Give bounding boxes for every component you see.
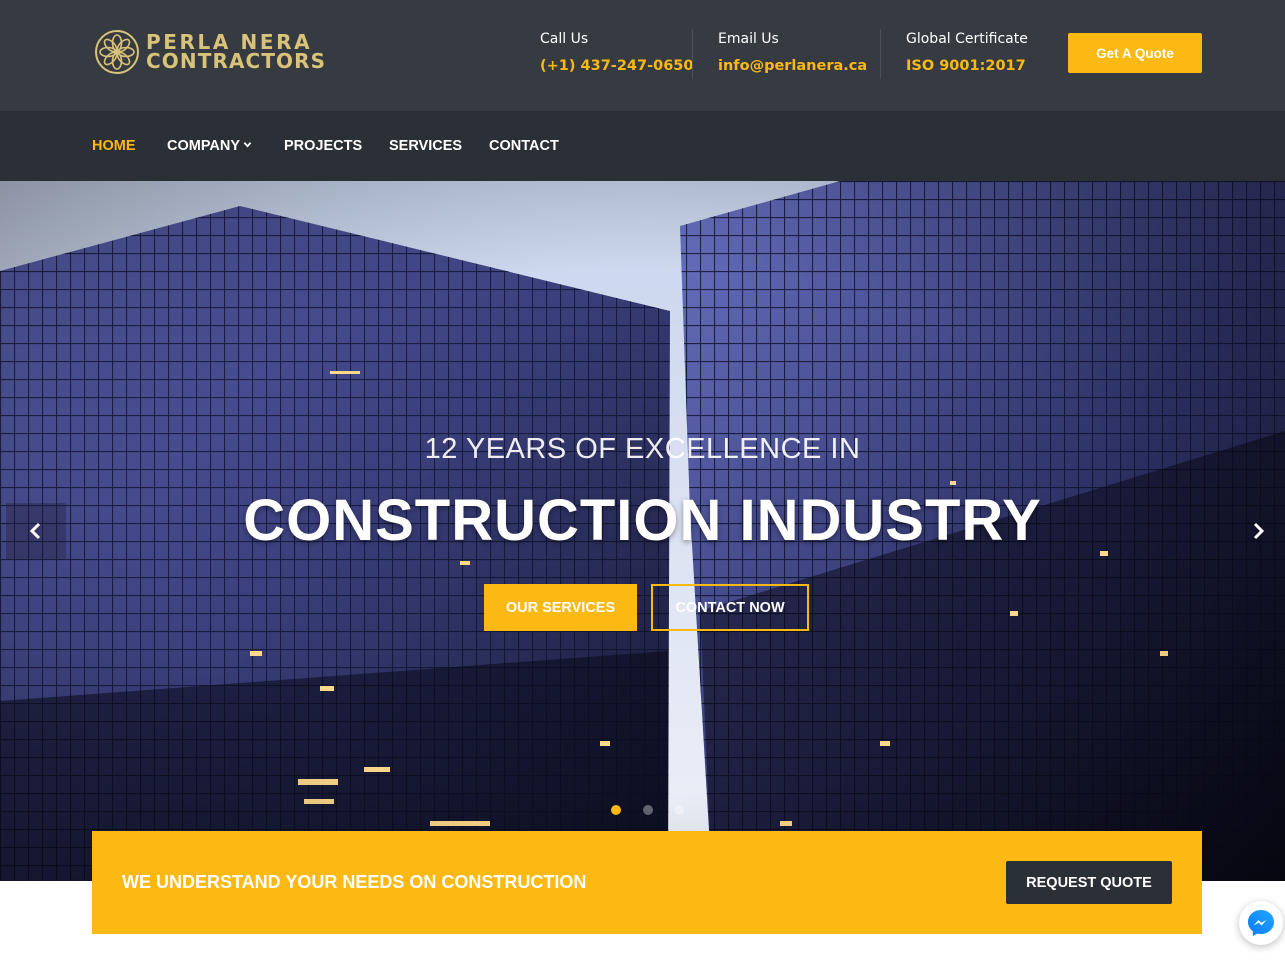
nav-projects[interactable]: PROJECTS (284, 111, 362, 181)
divider (880, 29, 881, 79)
nav-company[interactable]: COMPANY (167, 111, 252, 181)
main-nav: HOME COMPANY PROJECTS SERVICES CONTACT (0, 111, 1285, 181)
call-us-block: Call Us (+1) 437-247-0650 (540, 30, 693, 75)
brand-line2: CONTRACTORS (146, 49, 327, 73)
slider-dot-3[interactable] (674, 805, 684, 815)
cta-text: WE UNDERSTAND YOUR NEEDS ON CONSTRUCTION (122, 872, 587, 892)
chevron-left-icon (29, 522, 41, 540)
cta-banner: WE UNDERSTAND YOUR NEEDS ON CONSTRUCTION… (92, 831, 1202, 934)
get-a-quote-button[interactable]: Get A Quote (1068, 33, 1202, 73)
slider-dot-1[interactable] (611, 805, 621, 815)
brand-logo[interactable]: PERLA NERA CONTRACTORS (94, 29, 326, 75)
nav-home[interactable]: HOME (92, 111, 136, 181)
contact-now-button[interactable]: CONTACT NOW (651, 584, 809, 631)
hero-slider: 12 YEARS OF EXCELLENCE IN CONSTRUCTION I… (0, 181, 1285, 881)
chevron-down-icon (243, 142, 252, 148)
certificate-value: ISO 9001:2017 (906, 58, 1026, 74)
certificate-label: Global Certificate (906, 31, 1028, 47)
hero-title: CONSTRUCTION INDUSTRY (243, 488, 1042, 553)
slider-prev-button[interactable] (6, 503, 66, 559)
email-us-label: Email Us (718, 31, 779, 47)
messenger-chat-button[interactable] (1239, 901, 1283, 945)
top-bar: PERLA NERA CONTRACTORS Call Us (+1) 437-… (0, 0, 1285, 111)
call-us-label: Call Us (540, 31, 589, 47)
slider-dot-2[interactable] (643, 805, 653, 815)
messenger-icon (1248, 910, 1274, 936)
slider-next-button[interactable] (1228, 503, 1285, 559)
nav-contact[interactable]: CONTACT (489, 111, 559, 181)
email-us-block: Email Us info@perlanera.ca (718, 30, 867, 75)
nav-company-label: COMPANY (167, 138, 241, 154)
phone-number[interactable]: (+1) 437-247-0650 (540, 57, 693, 75)
flower-logo-icon (95, 30, 139, 74)
certificate-block: Global Certificate ISO 9001:2017 (906, 30, 1028, 75)
nav-services[interactable]: SERVICES (389, 111, 462, 181)
our-services-button[interactable]: OUR SERVICES (484, 584, 637, 631)
chevron-right-icon (1253, 522, 1265, 540)
request-quote-button[interactable]: REQUEST QUOTE (1006, 861, 1172, 904)
email-address[interactable]: info@perlanera.ca (718, 57, 867, 75)
hero-subtitle: 12 YEARS OF EXCELLENCE IN (424, 433, 861, 465)
brand-name: PERLA NERA CONTRACTORS (146, 32, 327, 73)
divider (692, 29, 693, 79)
